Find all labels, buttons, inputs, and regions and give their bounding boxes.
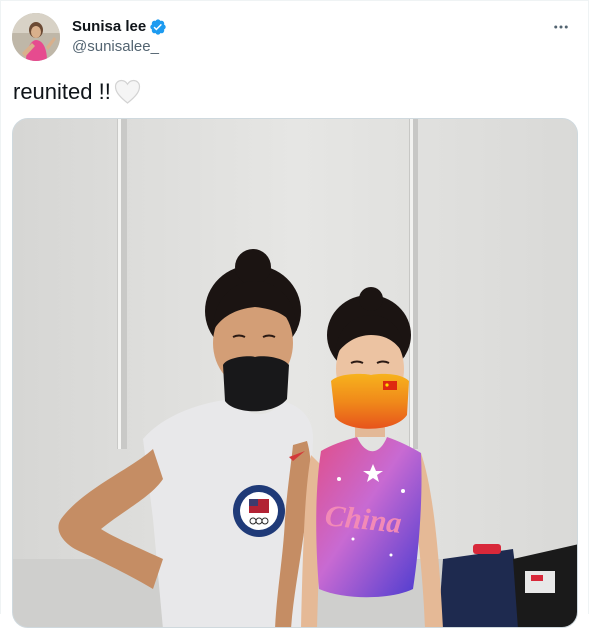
more-horizontal-icon bbox=[554, 25, 568, 29]
white-heart-emoji-icon bbox=[114, 79, 141, 105]
user-info: Sunisa lee @sunisalee_ bbox=[72, 17, 167, 57]
tweet-text: reunited !! bbox=[13, 78, 141, 106]
display-name[interactable]: Sunisa lee bbox=[72, 17, 146, 37]
divider bbox=[1, 0, 589, 1]
tweet-text-content: reunited !! bbox=[13, 79, 111, 104]
user-handle[interactable]: @sunisalee_ bbox=[72, 37, 167, 57]
tweet-card[interactable]: Sunisa lee @sunisalee_ reunited !! China bbox=[0, 0, 589, 628]
more-button[interactable] bbox=[546, 12, 576, 42]
avatar[interactable] bbox=[12, 13, 60, 61]
name-row: Sunisa lee bbox=[72, 17, 167, 37]
tweet-photo[interactable]: China bbox=[12, 118, 578, 628]
verified-badge-icon bbox=[149, 18, 167, 36]
